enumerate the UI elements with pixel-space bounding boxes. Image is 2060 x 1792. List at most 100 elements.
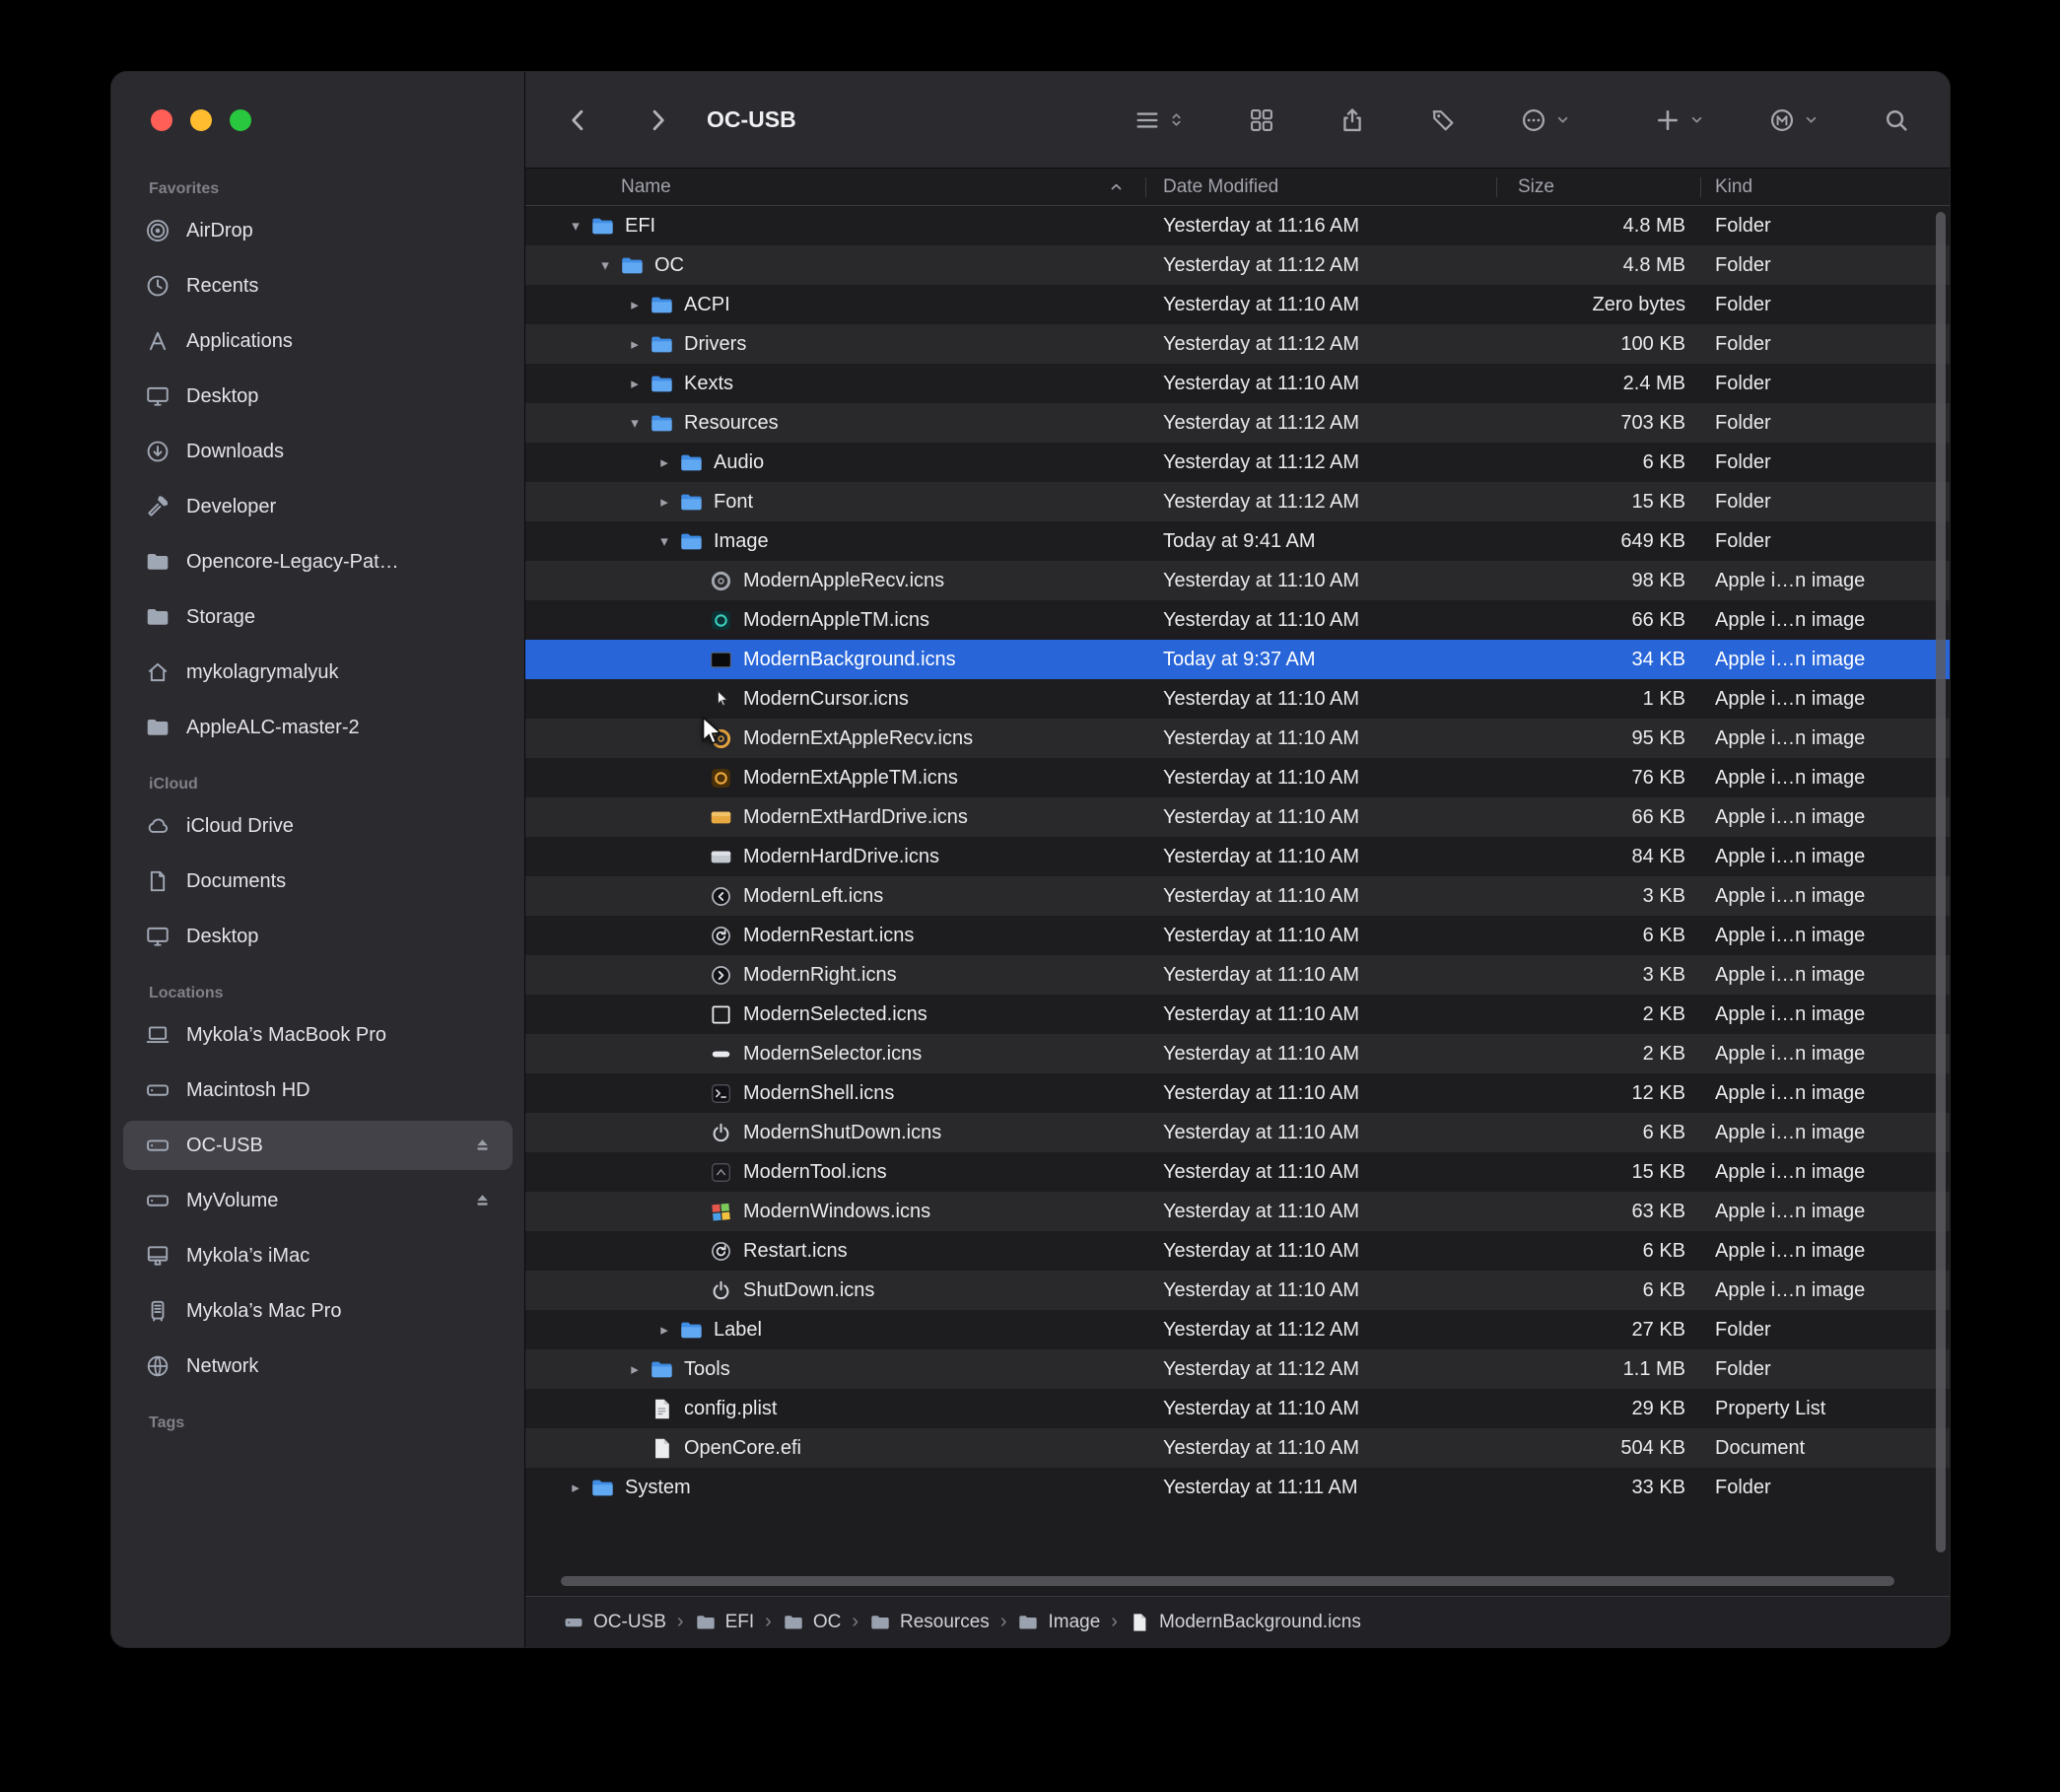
sidebar-item-network[interactable]: Network — [123, 1342, 513, 1391]
disclosure-closed-icon[interactable]: ▸ — [650, 495, 679, 510]
file-row-efi[interactable]: ▾EFIYesterday at 11:16 AM4.8 MBFolder — [525, 206, 1950, 245]
file-row-image[interactable]: ▾ImageToday at 9:41 AM649 KBFolder — [525, 521, 1950, 561]
disclosure-open-icon[interactable]: ▾ — [561, 219, 590, 234]
disclosure-closed-icon[interactable]: ▸ — [561, 1481, 590, 1495]
column-header-name[interactable]: Name — [525, 169, 1146, 205]
sidebar-item-applealc-master-2[interactable]: AppleALC-master-2 — [123, 703, 513, 752]
sidebar-item-icloud-drive[interactable]: iCloud Drive — [123, 801, 513, 851]
file-row-audio[interactable]: ▸AudioYesterday at 11:12 AM6 KBFolder — [525, 443, 1950, 482]
file-row-shutdown-icns[interactable]: ShutDown.icnsYesterday at 11:10 AM6 KBAp… — [525, 1271, 1950, 1310]
file-row-font[interactable]: ▸FontYesterday at 11:12 AM15 KBFolder — [525, 482, 1950, 521]
file-row-moderntool-icns[interactable]: ModernTool.icnsYesterday at 11:10 AM15 K… — [525, 1152, 1950, 1192]
disclosure-closed-icon[interactable]: ▸ — [620, 337, 650, 352]
file-row-system[interactable]: ▸SystemYesterday at 11:11 AM33 KBFolder — [525, 1468, 1950, 1507]
file-row-config-plist[interactable]: config.plistYesterday at 11:10 AM29 KBPr… — [525, 1389, 1950, 1428]
file-name: ShutDown.icns — [743, 1279, 874, 1302]
disclosure-open-icon[interactable]: ▾ — [620, 416, 650, 431]
sidebar-item-mykola-s-macbook-pro[interactable]: Mykola’s MacBook Pro — [123, 1010, 513, 1060]
share-button[interactable] — [1339, 106, 1366, 134]
file-row-modernrestart-icns[interactable]: ModernRestart.icnsYesterday at 11:10 AM6… — [525, 916, 1950, 955]
search-button[interactable] — [1883, 106, 1910, 134]
file-row-opencore-efi[interactable]: OpenCore.efiYesterday at 11:10 AM504 KBD… — [525, 1428, 1950, 1468]
column-header-date-modified[interactable]: Date Modified — [1146, 169, 1496, 205]
eject-icon[interactable] — [472, 1191, 493, 1211]
file-date-modified: Yesterday at 11:10 AM — [1146, 1082, 1496, 1105]
path-item-oc-usb[interactable]: OC-USB — [563, 1612, 666, 1633]
minimize-button[interactable] — [190, 109, 212, 131]
vertical-scrollbar[interactable] — [1936, 212, 1946, 1552]
more-actions-button[interactable] — [1520, 106, 1571, 134]
file-row-modernharddrive-icns[interactable]: ModernHardDrive.icnsYesterday at 11:10 A… — [525, 837, 1950, 876]
sidebar-item-macintosh-hd[interactable]: Macintosh HD — [123, 1066, 513, 1115]
file-row-modernselector-icns[interactable]: ModernSelector.icnsYesterday at 11:10 AM… — [525, 1034, 1950, 1073]
path-item-resources[interactable]: Resources — [869, 1612, 990, 1633]
close-button[interactable] — [151, 109, 172, 131]
disclosure-closed-icon[interactable]: ▸ — [650, 455, 679, 470]
forward-button[interactable] — [644, 106, 671, 134]
file-date-modified: Yesterday at 11:10 AM — [1146, 609, 1496, 632]
disclosure-closed-icon[interactable]: ▸ — [620, 1362, 650, 1377]
file-row-modernwindows-icns[interactable]: ModernWindows.icnsYesterday at 11:10 AM6… — [525, 1192, 1950, 1231]
fullscreen-button[interactable] — [230, 109, 251, 131]
account-button[interactable] — [1768, 106, 1820, 134]
file-row-modernappletm-icns[interactable]: ModernAppleTM.icnsYesterday at 11:10 AM6… — [525, 600, 1950, 640]
file-row-modernshell-icns[interactable]: ModernShell.icnsYesterday at 11:10 AM12 … — [525, 1073, 1950, 1113]
sidebar-item-storage[interactable]: Storage — [123, 592, 513, 642]
path-item-efi[interactable]: EFI — [695, 1612, 755, 1633]
file-row-kexts[interactable]: ▸KextsYesterday at 11:10 AM2.4 MBFolder — [525, 364, 1950, 403]
file-row-label[interactable]: ▸LabelYesterday at 11:12 AM27 KBFolder — [525, 1310, 1950, 1349]
file-size: 15 KB — [1496, 1161, 1700, 1184]
disclosure-closed-icon[interactable]: ▸ — [620, 298, 650, 312]
file-row-modernleft-icns[interactable]: ModernLeft.icnsYesterday at 11:10 AM3 KB… — [525, 876, 1950, 916]
view-options-button[interactable] — [1133, 106, 1185, 134]
file-row-tools[interactable]: ▸ToolsYesterday at 11:12 AM1.1 MBFolder — [525, 1349, 1950, 1389]
file-row-moderncursor-icns[interactable]: ModernCursor.icnsYesterday at 11:10 AM1 … — [525, 679, 1950, 719]
home-icon — [145, 659, 171, 685]
file-row-modernselected-icns[interactable]: ModernSelected.icnsYesterday at 11:10 AM… — [525, 995, 1950, 1034]
sidebar-item-mykola-s-imac[interactable]: Mykola’s iMac — [123, 1231, 513, 1280]
disclosure-closed-icon[interactable]: ▸ — [650, 1323, 679, 1338]
sidebar-item-myvolume[interactable]: MyVolume — [123, 1176, 513, 1225]
file-row-acpi[interactable]: ▸ACPIYesterday at 11:10 AMZero bytesFold… — [525, 285, 1950, 324]
sidebar-item-applications[interactable]: Applications — [123, 316, 513, 366]
file-size: 98 KB — [1496, 570, 1700, 592]
back-button[interactable] — [565, 106, 592, 134]
column-header-size[interactable]: Size — [1496, 169, 1700, 205]
sidebar-item-airdrop[interactable]: AirDrop — [123, 206, 513, 255]
file-row-modernextapplerecv-icns[interactable]: ModernExtAppleRecv.icnsYesterday at 11:1… — [525, 719, 1950, 758]
path-item-image[interactable]: Image — [1017, 1612, 1100, 1633]
sidebar-item-downloads[interactable]: Downloads — [123, 427, 513, 476]
file-row-modernright-icns[interactable]: ModernRight.icnsYesterday at 11:10 AM3 K… — [525, 955, 1950, 995]
horizontal-scrollbar[interactable] — [561, 1576, 1894, 1586]
path-item-modernbackground-icns[interactable]: ModernBackground.icns — [1129, 1612, 1361, 1633]
sidebar-item-developer[interactable]: Developer — [123, 482, 513, 531]
eject-icon[interactable] — [472, 1136, 493, 1156]
file-row-resources[interactable]: ▾ResourcesYesterday at 11:12 AM703 KBFol… — [525, 403, 1950, 443]
file-row-oc[interactable]: ▾OCYesterday at 11:12 AM4.8 MBFolder — [525, 245, 1950, 285]
sidebar-item-desktop[interactable]: Desktop — [123, 912, 513, 961]
path-item-label: ModernBackground.icns — [1159, 1612, 1361, 1633]
disclosure-open-icon[interactable]: ▾ — [590, 258, 620, 273]
folder-icon — [620, 253, 645, 278]
disclosure-open-icon[interactable]: ▾ — [650, 534, 679, 549]
file-row-modernapplerecv-icns[interactable]: ModernAppleRecv.icnsYesterday at 11:10 A… — [525, 561, 1950, 600]
sidebar-item-mykola-s-mac-pro[interactable]: Mykola’s Mac Pro — [123, 1286, 513, 1336]
sidebar-item-desktop[interactable]: Desktop — [123, 372, 513, 421]
disclosure-closed-icon[interactable]: ▸ — [620, 377, 650, 391]
file-row-modernextappletm-icns[interactable]: ModernExtAppleTM.icnsYesterday at 11:10 … — [525, 758, 1950, 797]
column-header-kind[interactable]: Kind — [1700, 169, 1950, 205]
sidebar-item-opencore-legacy-pat[interactable]: Opencore-Legacy-Pat… — [123, 537, 513, 586]
edit-tags-button[interactable] — [1429, 106, 1457, 134]
file-row-modernbackground-icns[interactable]: ModernBackground.icnsToday at 9:37 AM34 … — [525, 640, 1950, 679]
file-row-modernshutdown-icns[interactable]: ModernShutDown.icnsYesterday at 11:10 AM… — [525, 1113, 1950, 1152]
sidebar-item-documents[interactable]: Documents — [123, 857, 513, 906]
file-row-drivers[interactable]: ▸DriversYesterday at 11:12 AM100 KBFolde… — [525, 324, 1950, 364]
new-item-button[interactable] — [1654, 106, 1705, 134]
file-row-restart-icns[interactable]: Restart.icnsYesterday at 11:10 AM6 KBApp… — [525, 1231, 1950, 1271]
sidebar-item-oc-usb[interactable]: OC-USB — [123, 1121, 513, 1170]
path-item-oc[interactable]: OC — [783, 1612, 842, 1633]
group-by-button[interactable] — [1248, 106, 1275, 134]
file-row-modernextharddrive-icns[interactable]: ModernExtHardDrive.icnsYesterday at 11:1… — [525, 797, 1950, 837]
sidebar-item-recents[interactable]: Recents — [123, 261, 513, 310]
sidebar-item-mykolagrymalyuk[interactable]: mykolagrymalyuk — [123, 648, 513, 697]
